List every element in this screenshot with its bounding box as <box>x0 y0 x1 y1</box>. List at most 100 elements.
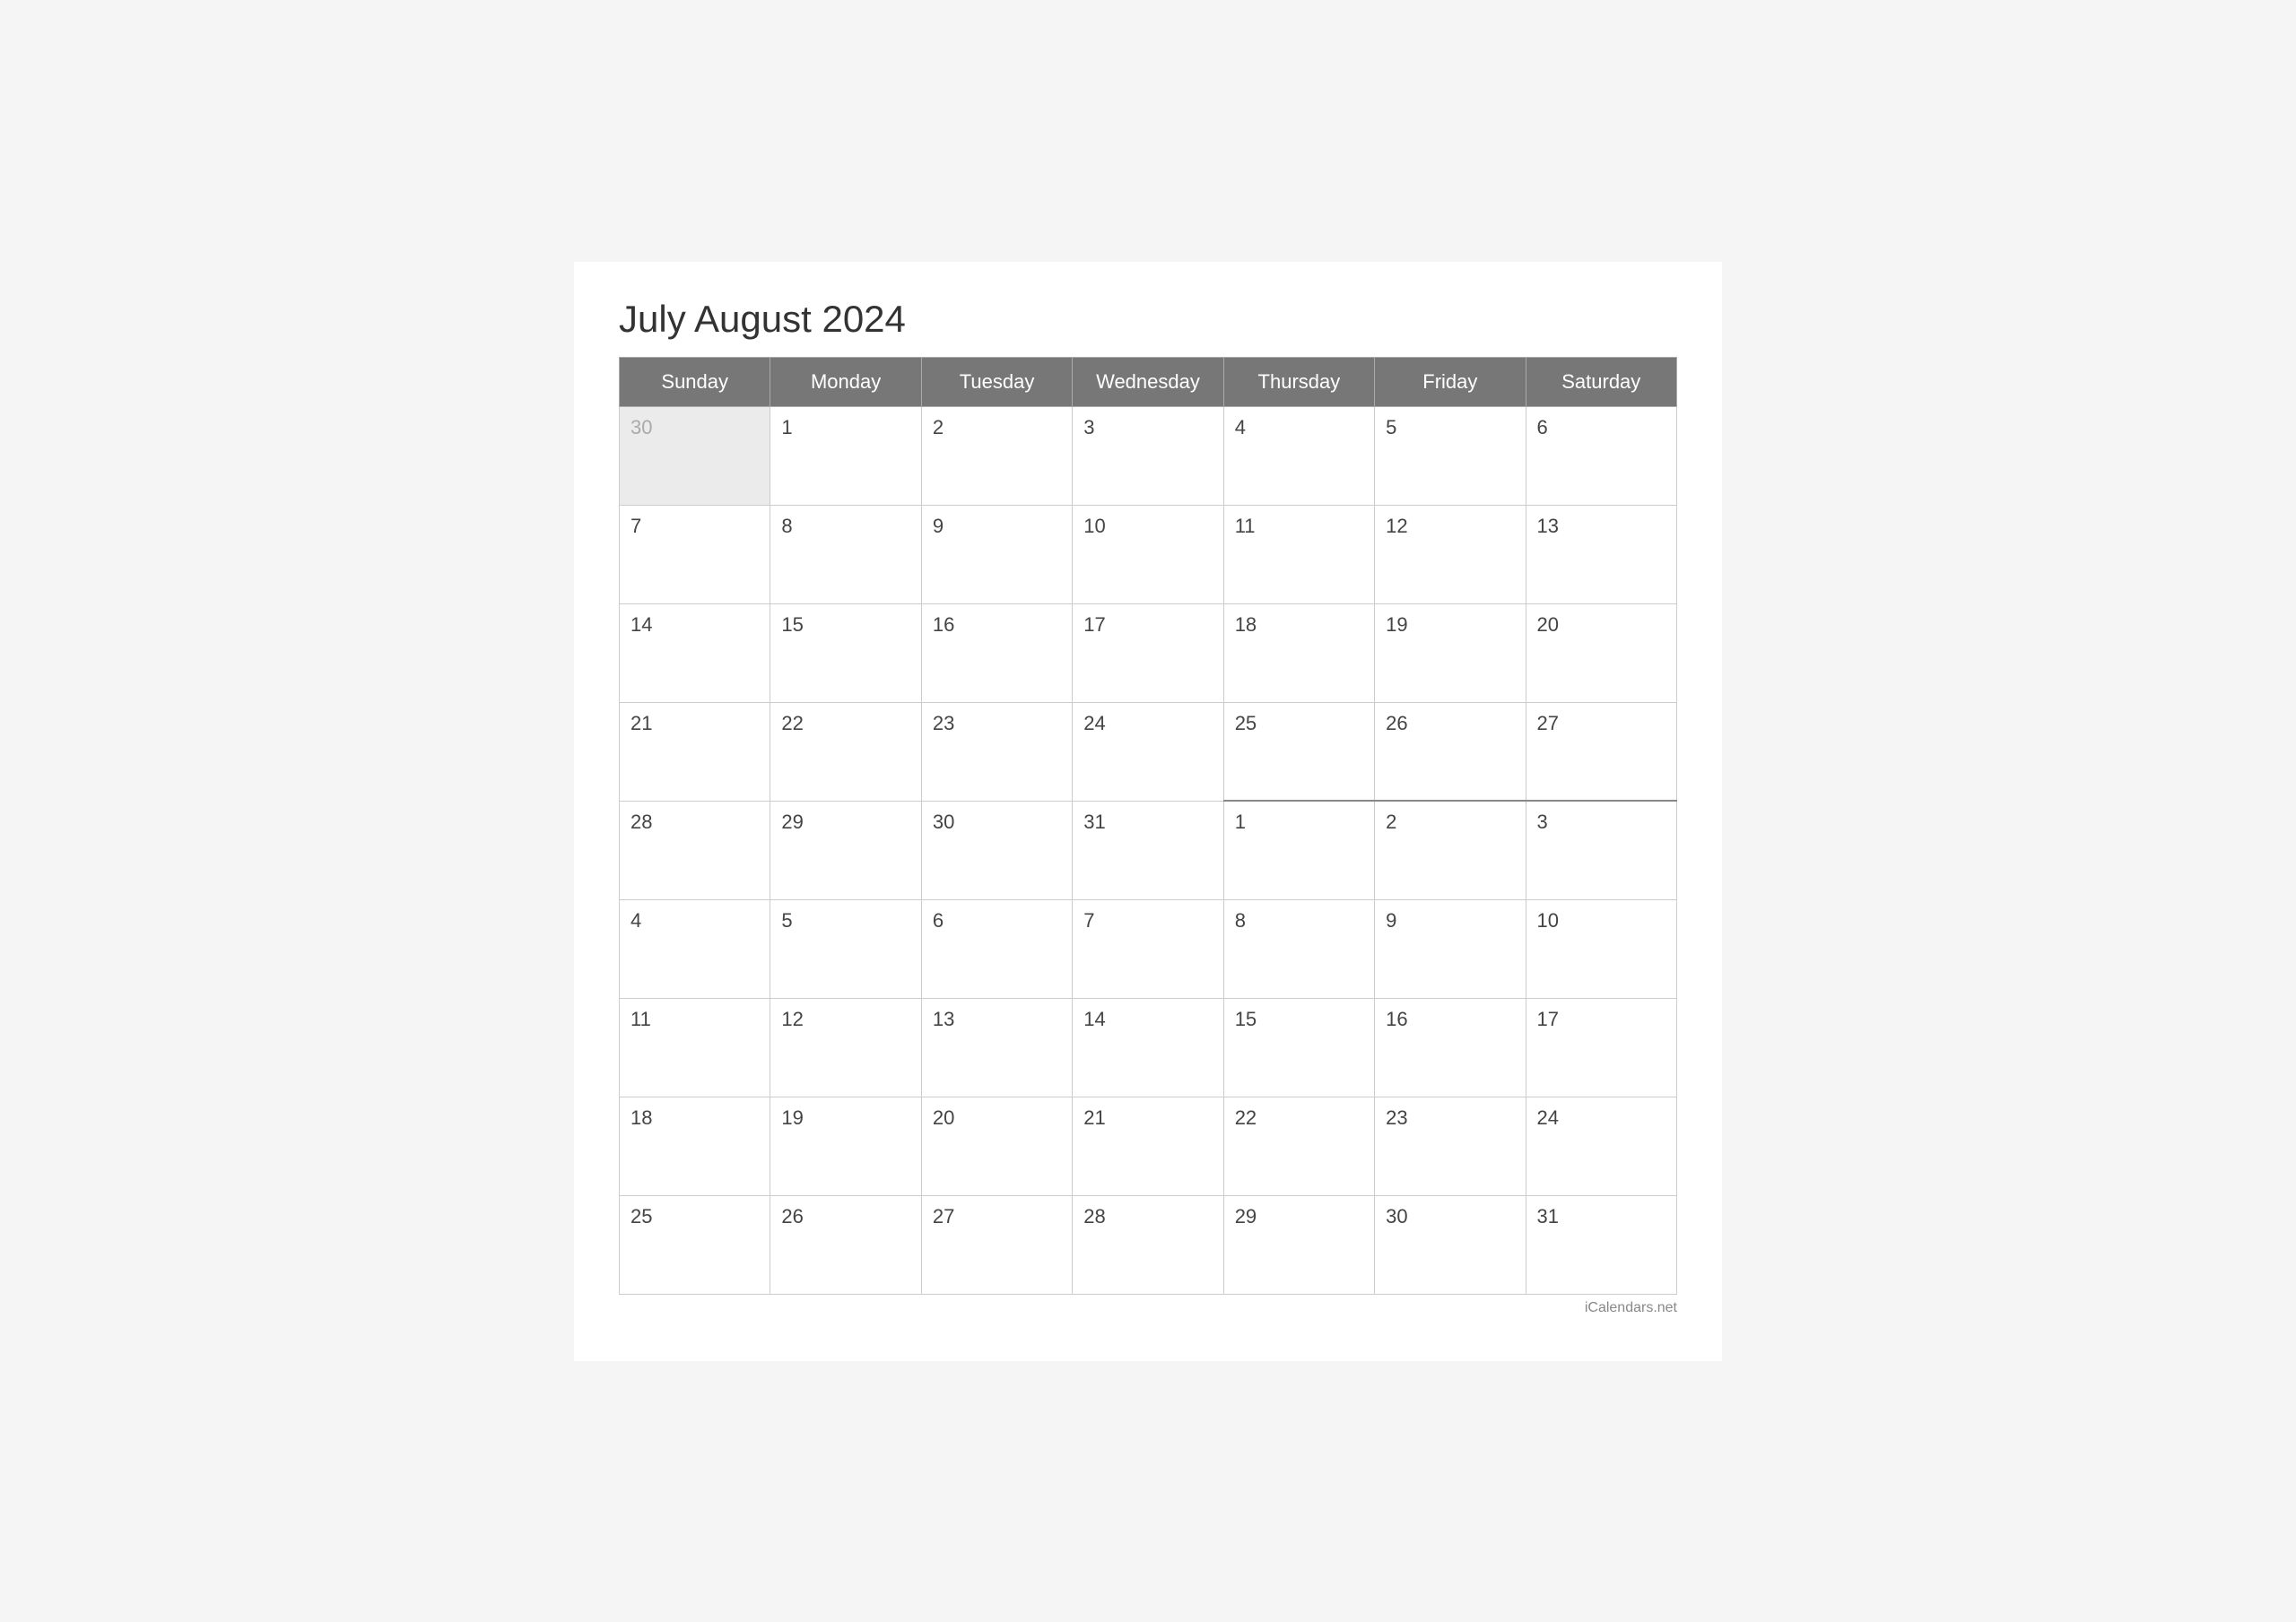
calendar-day[interactable]: 13 <box>1526 505 1676 603</box>
calendar-day[interactable]: 12 <box>770 998 921 1097</box>
day-number: 28 <box>631 811 652 833</box>
calendar-day[interactable]: 9 <box>921 505 1072 603</box>
calendar-day[interactable]: 3 <box>1526 801 1676 899</box>
week-row-6: 11121314 15 1617 <box>620 998 1677 1097</box>
calendar-title: July August 2024 <box>619 298 1677 341</box>
calendar-day[interactable]: 31 <box>1526 1195 1676 1294</box>
day-number: 6 <box>1537 416 1548 438</box>
calendar-day[interactable]: 26 <box>1375 702 1526 801</box>
calendar-day[interactable]: 12 <box>1375 505 1526 603</box>
day-number: 15 <box>781 613 803 636</box>
calendar-day[interactable]: 15 <box>770 603 921 702</box>
calendar-day[interactable]: 25 <box>620 1195 770 1294</box>
calendar-day[interactable]: 11 <box>1223 505 1374 603</box>
calendar-day[interactable]: 7 <box>1073 899 1223 998</box>
calendar-day[interactable]: 8 <box>1223 899 1374 998</box>
calendar-day[interactable]: 18 <box>1223 603 1374 702</box>
calendar-day[interactable]: 7 <box>620 505 770 603</box>
calendar-day[interactable]: 24 <box>1073 702 1223 801</box>
day-number: 28 <box>1083 1205 1105 1227</box>
calendar-day[interactable]: 29 <box>1223 1195 1374 1294</box>
day-number: 17 <box>1083 613 1105 636</box>
day-number: 18 <box>1235 613 1257 636</box>
calendar-day[interactable]: 23 <box>1375 1097 1526 1195</box>
calendar-day[interactable]: 11 <box>620 998 770 1097</box>
calendar-day[interactable]: 8 <box>770 505 921 603</box>
calendar-day[interactable]: 13 <box>921 998 1072 1097</box>
calendar-day[interactable]: 4 <box>1223 406 1374 505</box>
day-number: 30 <box>631 416 652 438</box>
calendar-day[interactable]: 14 <box>620 603 770 702</box>
calendar-day[interactable]: 23 <box>921 702 1072 801</box>
day-number: 2 <box>1386 811 1396 833</box>
day-number: 23 <box>933 712 954 734</box>
day-number: 6 <box>933 909 944 932</box>
calendar-day[interactable]: 16 <box>921 603 1072 702</box>
calendar-day[interactable]: 27 <box>921 1195 1072 1294</box>
day-number: 22 <box>781 712 803 734</box>
calendar-day[interactable]: 18 <box>620 1097 770 1195</box>
day-number: 30 <box>933 811 954 833</box>
day-number: 9 <box>933 515 944 537</box>
calendar-day[interactable]: 26 <box>770 1195 921 1294</box>
calendar-day[interactable]: 1 <box>770 406 921 505</box>
calendar-day[interactable]: 21 <box>620 702 770 801</box>
day-header-tuesday: Tuesday <box>921 357 1072 406</box>
calendar-day[interactable]: 19 <box>1375 603 1526 702</box>
calendar-day[interactable]: 22 <box>1223 1097 1374 1195</box>
week-row-0: 30 12 345 6 <box>620 406 1677 505</box>
calendar-day[interactable]: 25 <box>1223 702 1374 801</box>
day-number: 5 <box>1386 416 1396 438</box>
calendar-day[interactable]: 14 <box>1073 998 1223 1097</box>
day-number: 26 <box>781 1205 803 1227</box>
calendar-day[interactable]: 10 <box>1073 505 1223 603</box>
calendar-day[interactable]: 10 <box>1526 899 1676 998</box>
day-number: 12 <box>1386 515 1407 537</box>
calendar-day[interactable]: 31 <box>1073 801 1223 899</box>
day-number: 21 <box>1083 1106 1105 1129</box>
day-number: 10 <box>1083 515 1105 537</box>
day-number: 2 <box>933 416 944 438</box>
day-number: 24 <box>1537 1106 1559 1129</box>
day-number: 4 <box>631 909 641 932</box>
calendar-day[interactable]: 21 <box>1073 1097 1223 1195</box>
day-number: 11 <box>1235 515 1256 537</box>
calendar-day[interactable]: 17 <box>1526 998 1676 1097</box>
day-number: 13 <box>1537 515 1559 537</box>
calendar-day[interactable]: 28 <box>620 801 770 899</box>
calendar-day[interactable]: 19 <box>770 1097 921 1195</box>
calendar-day[interactable]: 27 <box>1526 702 1676 801</box>
calendar-day[interactable]: 29 <box>770 801 921 899</box>
calendar-day[interactable]: 15 <box>1223 998 1374 1097</box>
calendar-day[interactable]: 24 <box>1526 1097 1676 1195</box>
calendar-day[interactable]: 20 <box>1526 603 1676 702</box>
calendar-day[interactable]: 3 <box>1073 406 1223 505</box>
calendar-day[interactable]: 5 <box>770 899 921 998</box>
day-number: 8 <box>1235 909 1246 932</box>
calendar-day[interactable]: 9 <box>1375 899 1526 998</box>
calendar-day[interactable]: 6 <box>1526 406 1676 505</box>
calendar-day[interactable]: 17 <box>1073 603 1223 702</box>
day-number: 16 <box>933 613 954 636</box>
day-number: 15 <box>1235 1008 1257 1030</box>
day-number: 25 <box>1235 712 1257 734</box>
calendar-day[interactable]: 20 <box>921 1097 1072 1195</box>
day-number: 27 <box>1537 712 1559 734</box>
calendar-day[interactable]: 30 <box>1375 1195 1526 1294</box>
calendar-day[interactable]: 5 <box>1375 406 1526 505</box>
day-number: 31 <box>1083 811 1105 833</box>
calendar-day[interactable]: 1 <box>1223 801 1374 899</box>
calendar-day[interactable]: 2 <box>921 406 1072 505</box>
day-number: 10 <box>1537 909 1559 932</box>
calendar-day[interactable]: 28 <box>1073 1195 1223 1294</box>
calendar-day[interactable]: 4 <box>620 899 770 998</box>
calendar-day[interactable]: 16 <box>1375 998 1526 1097</box>
calendar-day[interactable]: 30 <box>921 801 1072 899</box>
calendar-day[interactable]: 6 <box>921 899 1072 998</box>
calendar-day[interactable]: 30 <box>620 406 770 505</box>
day-number: 5 <box>781 909 792 932</box>
calendar-day[interactable]: 2 <box>1375 801 1526 899</box>
calendar-footer: iCalendars.net <box>619 1300 1677 1316</box>
calendar-day[interactable]: 22 <box>770 702 921 801</box>
day-header-saturday: Saturday <box>1526 357 1676 406</box>
